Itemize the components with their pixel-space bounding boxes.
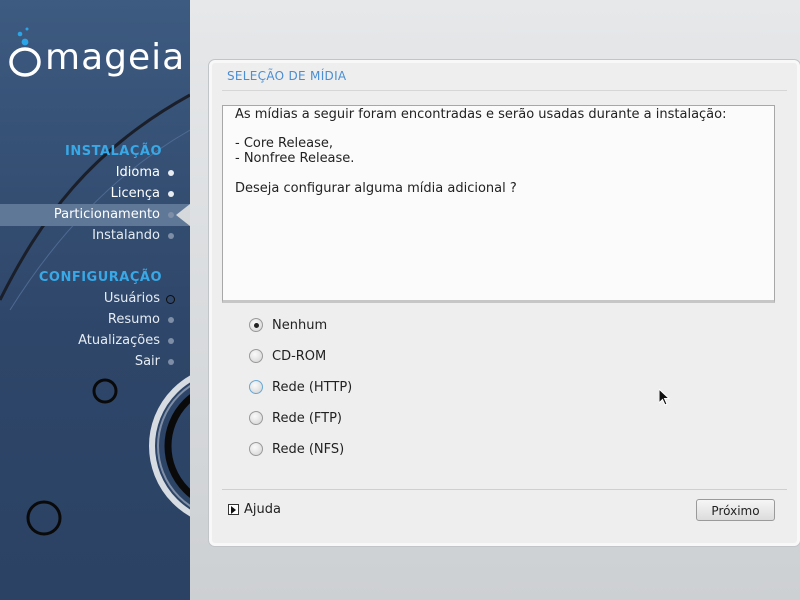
section-title-installation: INSTALAÇÃO [65, 144, 162, 159]
step-pending-dot-icon [168, 359, 174, 365]
radio-checked-icon[interactable] [249, 318, 263, 332]
step-label: Licença [110, 186, 160, 201]
step-pending-dot-icon [168, 338, 174, 344]
next-button[interactable]: Próximo [696, 499, 775, 521]
radio-label[interactable]: CD-ROM [272, 347, 326, 367]
step-instalando: Instalando [92, 226, 174, 246]
step-label: Usuários [103, 291, 160, 306]
step-pending-dot-icon [168, 317, 174, 323]
step-particionamento: Particionamento [53, 205, 174, 225]
step-atualizacoes: Atualizações [78, 331, 174, 351]
step-done-dot-icon [168, 191, 174, 197]
message-intro: As mídias a seguir foram encontradas e s… [235, 107, 727, 122]
radio-label[interactable]: Rede (FTP) [272, 409, 342, 429]
step-label: Resumo [107, 312, 160, 327]
expand-arrow-icon[interactable] [228, 504, 239, 515]
step-done-dot-icon [168, 170, 174, 176]
step-label: Instalando [92, 228, 160, 243]
radio-label[interactable]: Rede (NFS) [272, 440, 344, 460]
sidebar-decoration [0, 93, 190, 536]
message-media-item: - Core Release, [235, 136, 333, 151]
radio-unchecked-icon[interactable] [249, 442, 263, 456]
step-pending-dot-icon [168, 233, 174, 239]
step-usuarios: Usuários [103, 289, 175, 309]
step-resumo: Resumo [107, 310, 174, 330]
radio-label[interactable]: Rede (HTTP) [272, 378, 352, 398]
mouse-pointer-icon [659, 389, 671, 406]
step-label: Idioma [115, 165, 160, 180]
media-selection-panel: SELEÇÃO DE MÍDIA As mídias a seguir fora… [209, 60, 800, 546]
step-idioma: Idioma [115, 163, 174, 183]
step-pending-ring-icon [166, 295, 175, 304]
panel-title: SELEÇÃO DE MÍDIA [227, 69, 347, 83]
radio-unchecked-icon[interactable] [249, 411, 263, 425]
radio-unchecked-icon[interactable] [249, 349, 263, 363]
step-label: Atualizações [78, 333, 160, 348]
section-title-configuration: CONFIGURAÇÃO [38, 270, 162, 285]
bottom-divider [222, 489, 787, 490]
message-question: Deseja configurar alguma mídia adicional… [235, 181, 517, 196]
radio-label[interactable]: Nenhum [272, 316, 327, 336]
title-divider [222, 90, 787, 91]
step-licenca: Licença [110, 184, 174, 204]
step-label: Particionamento [53, 207, 160, 222]
message-media-item: - Nonfree Release. [235, 151, 355, 166]
step-sair: Sair [134, 352, 174, 372]
logo-text: mageia [45, 37, 186, 78]
message-box: As mídias a seguir foram encontradas e s… [222, 105, 775, 303]
help-label[interactable]: Ajuda [244, 500, 281, 520]
sidebar: mageia INSTALAÇÃO Idioma Licença Partici… [0, 0, 190, 600]
step-current-dot-icon [168, 212, 174, 218]
step-label: Sair [134, 354, 160, 369]
radio-unchecked-icon[interactable] [249, 380, 263, 394]
